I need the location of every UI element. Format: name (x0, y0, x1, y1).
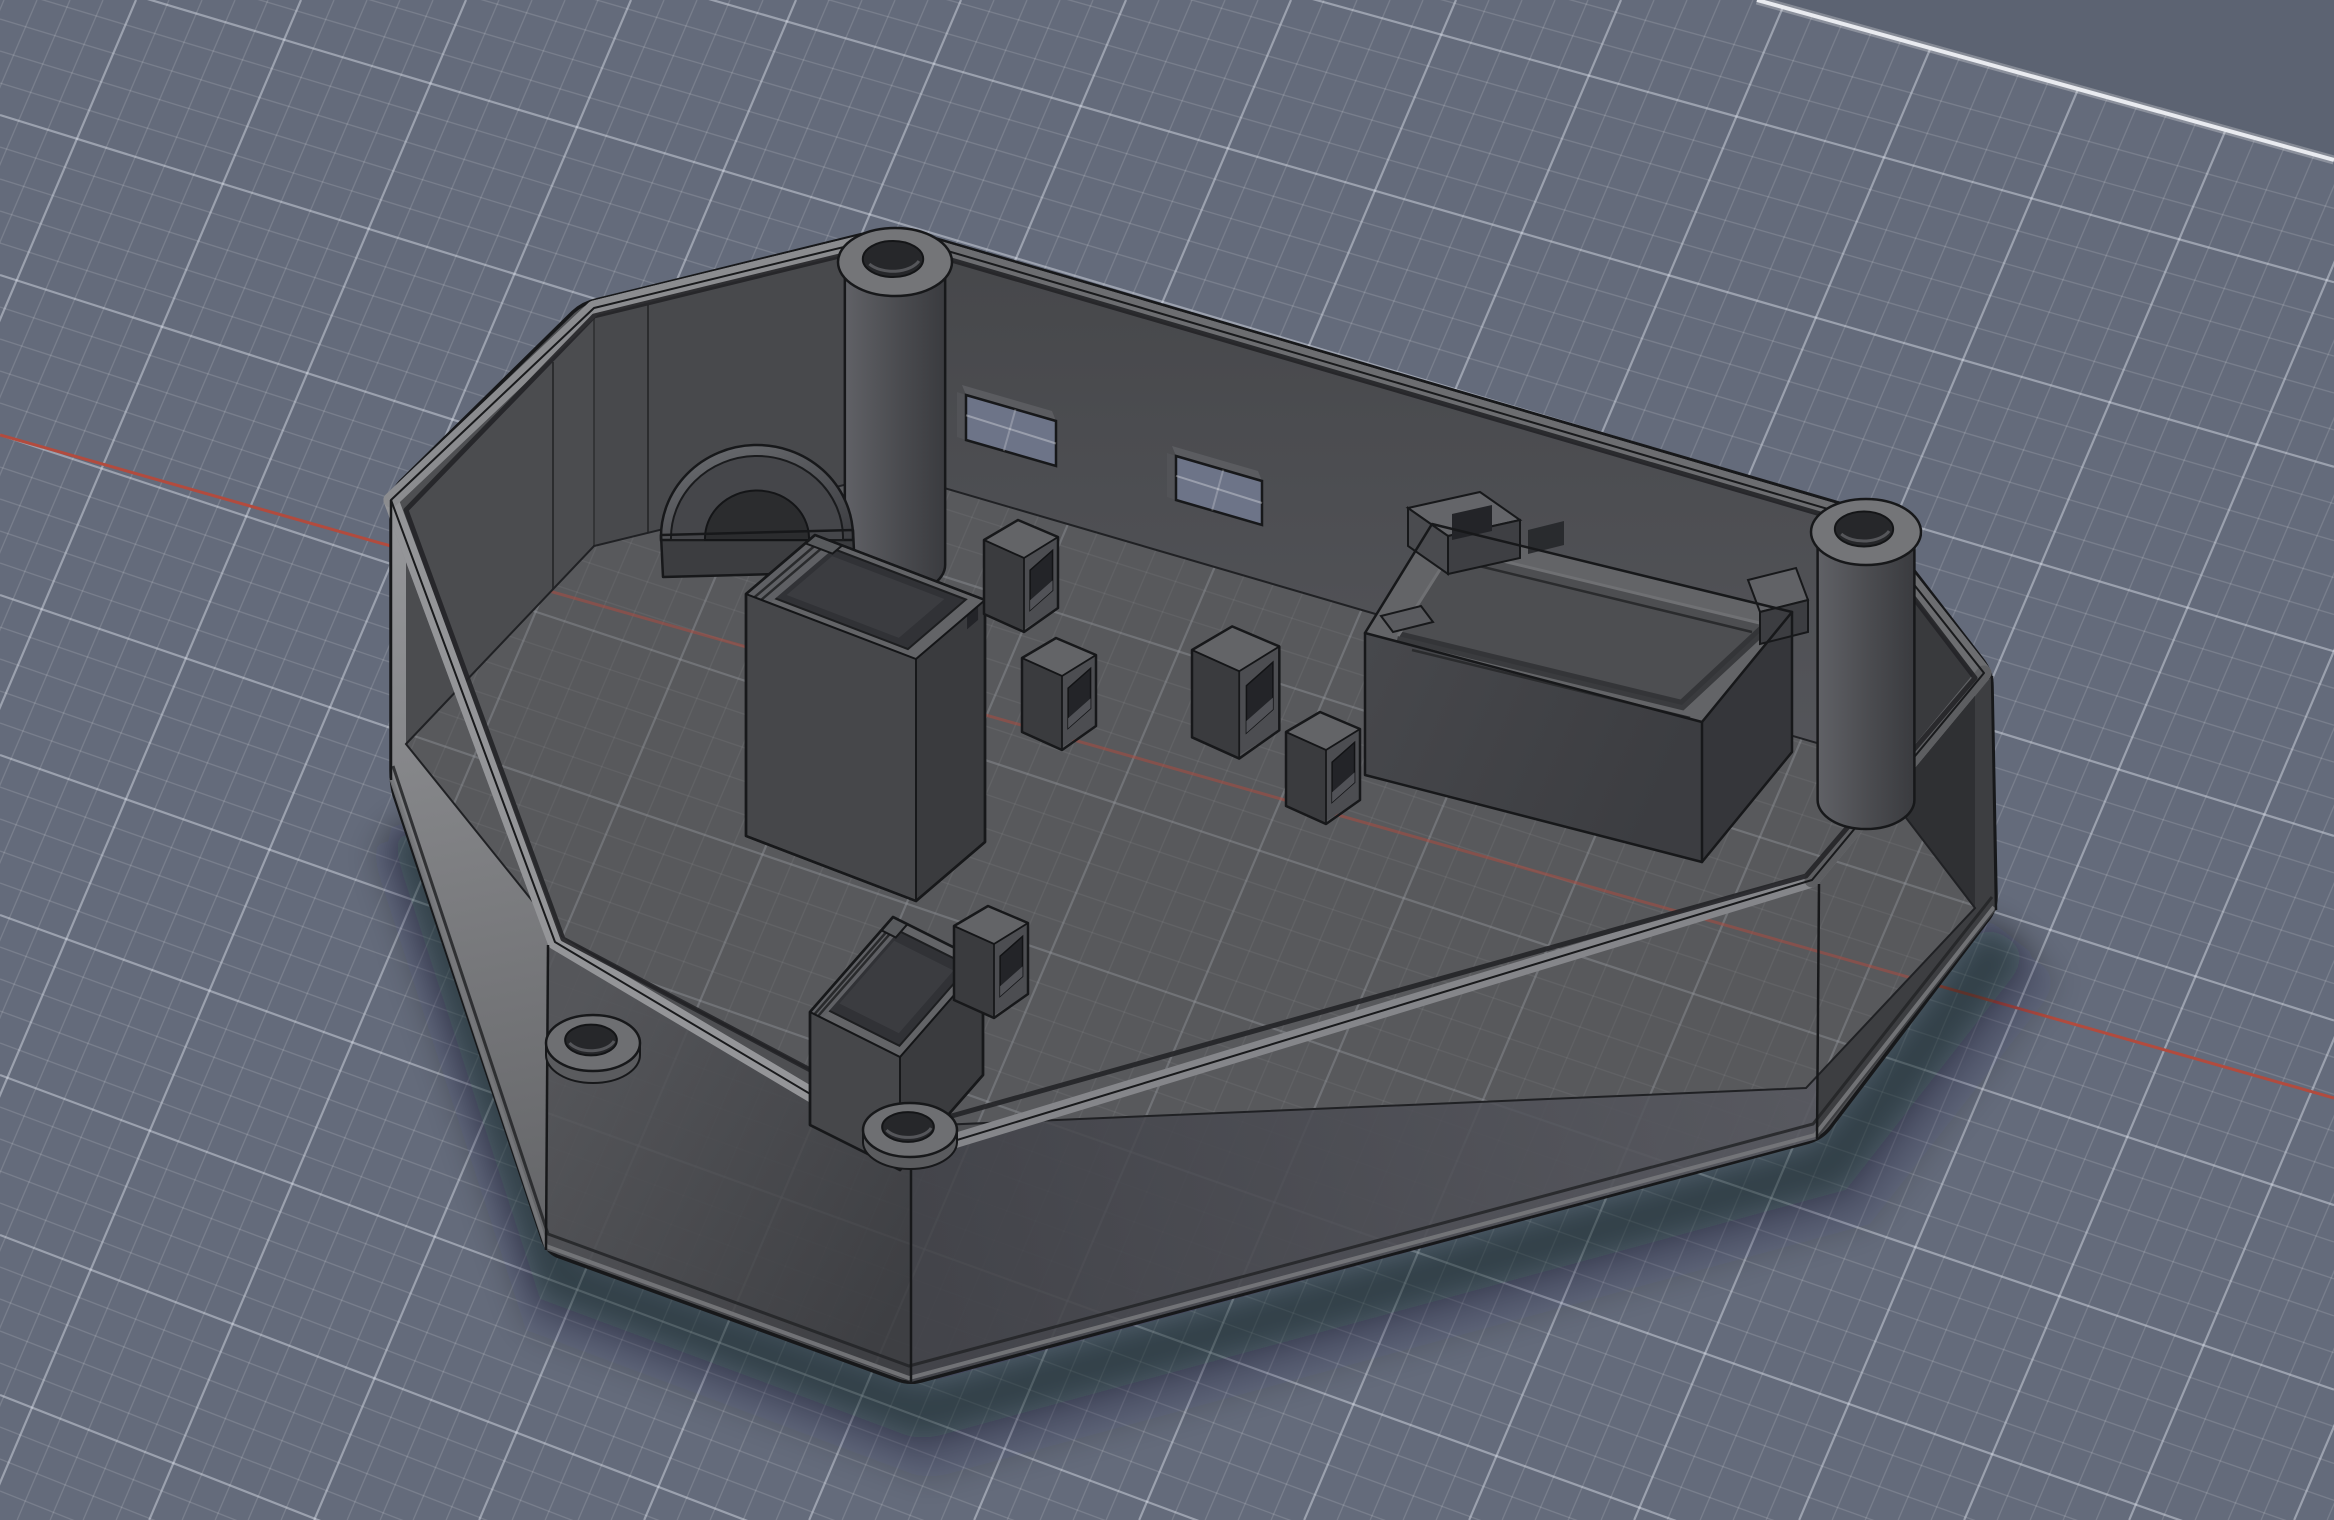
clip-post[interactable] (984, 520, 1058, 632)
clip-post[interactable] (1022, 638, 1096, 750)
clip-post[interactable] (1192, 626, 1279, 758)
screw-boss[interactable] (1811, 499, 1921, 829)
floor-screw-boss[interactable] (863, 1103, 957, 1169)
clip-post[interactable] (954, 906, 1028, 1018)
floor-screw-boss[interactable] (546, 1015, 640, 1083)
clip-post[interactable] (1286, 712, 1360, 824)
cad-3d-viewport[interactable] (0, 0, 2334, 1520)
screw-boss[interactable] (838, 228, 952, 595)
component-holder[interactable] (746, 535, 985, 901)
